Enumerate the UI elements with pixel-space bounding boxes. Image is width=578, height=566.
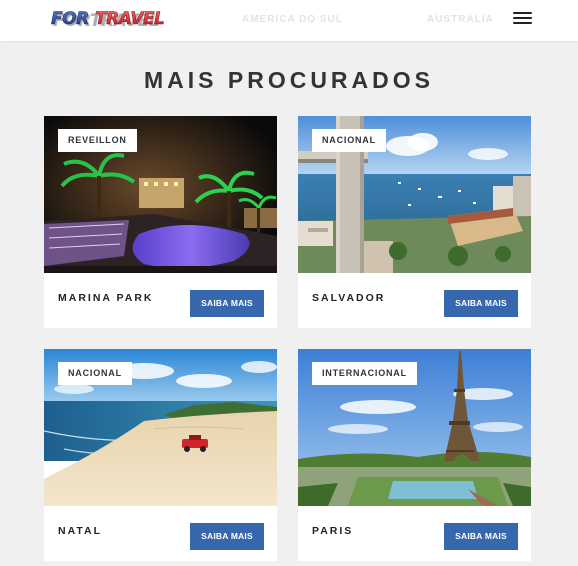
site-header: FORTRAVEL FOR TRAVEL AMERICA DO SUL AUST… xyxy=(0,0,578,41)
saiba-mais-button[interactable]: SAIBA MAIS xyxy=(444,523,518,550)
nav-link-australia[interactable]: AUSTRÁLIA xyxy=(427,14,494,25)
hamburger-menu-icon[interactable] xyxy=(513,11,532,26)
category-tag: INTERNACIONAL xyxy=(312,362,417,385)
category-tag: NACIONAL xyxy=(312,129,386,152)
saiba-mais-button[interactable]: SAIBA MAIS xyxy=(190,290,264,317)
nav-link-america-do-sul[interactable]: AMERICA DO SUL xyxy=(242,14,343,25)
destination-name: NATAL xyxy=(58,525,103,537)
destination-name: MARINA PARK xyxy=(58,292,154,304)
destination-card-salvador[interactable]: NACIONAL SALVADOR SAIBA MAIS xyxy=(298,116,531,328)
destination-name: SALVADOR xyxy=(312,292,386,304)
category-tag: REVEILLON xyxy=(58,129,137,152)
svg-text:FOR: FOR xyxy=(51,9,89,29)
fortravel-logo[interactable]: FORTRAVEL FOR TRAVEL xyxy=(50,9,202,29)
svg-text:TRAVEL: TRAVEL xyxy=(95,9,164,29)
hamburger-bar xyxy=(513,17,532,19)
saiba-mais-button[interactable]: SAIBA MAIS xyxy=(190,523,264,550)
destination-card-natal[interactable]: NACIONAL NATAL SAIBA MAIS xyxy=(44,349,277,561)
category-tag: NACIONAL xyxy=(58,362,132,385)
destination-name: PARIS xyxy=(312,525,354,537)
destination-card-marina-park[interactable]: REVEILLON MARINA PARK SAIBA MAIS xyxy=(44,116,277,328)
hamburger-bar xyxy=(513,12,532,14)
saiba-mais-button[interactable]: SAIBA MAIS xyxy=(444,290,518,317)
destination-card-paris[interactable]: INTERNACIONAL PARIS SAIBA MAIS xyxy=(298,349,531,561)
section-title: MAIS PROCURADOS xyxy=(143,67,434,93)
hamburger-bar xyxy=(513,22,532,24)
